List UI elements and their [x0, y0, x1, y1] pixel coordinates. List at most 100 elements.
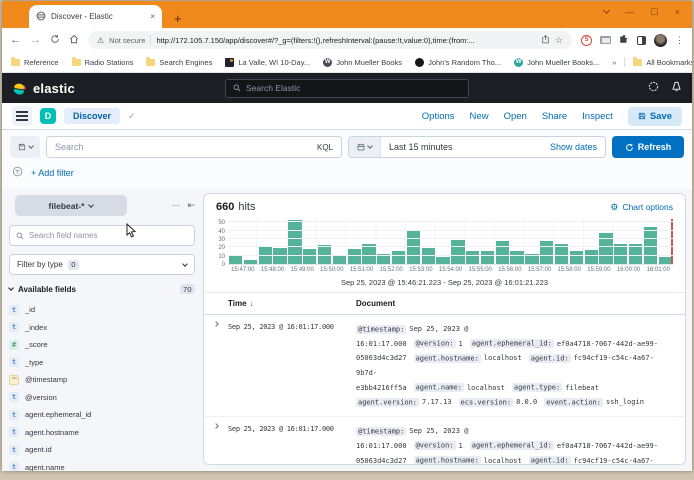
field-search-input[interactable]: Search field names — [9, 225, 195, 246]
field-item[interactable]: tagent.id — [9, 441, 195, 459]
show-dates-link[interactable]: Show dates — [550, 142, 605, 152]
adblock-extension-icon[interactable]: S — [581, 35, 592, 46]
toolbar-link-options[interactable]: Options — [422, 111, 455, 122]
bookmark-item[interactable]: WJohn Mueller Books — [323, 58, 402, 67]
breadcrumb[interactable]: Discover — [64, 108, 120, 124]
home-button[interactable] — [69, 34, 79, 47]
histogram-bar[interactable] — [303, 249, 316, 264]
bookmark-item[interactable]: Reference — [11, 58, 59, 67]
field-item[interactable]: tagent.hostname — [9, 424, 195, 442]
available-fields-header[interactable]: Available fields 70 — [9, 284, 195, 294]
add-filter-button[interactable]: + Add filter — [31, 168, 74, 178]
window-maximize-button[interactable]: ▢ — [650, 6, 659, 17]
date-picker[interactable]: Last 15 minutes Show dates — [348, 136, 606, 158]
filter-by-type-select[interactable]: Filter by type 0 — [9, 254, 195, 275]
bookmark-star-icon[interactable]: ☆ — [555, 35, 563, 46]
histogram-bar[interactable] — [451, 240, 464, 264]
filter-menu-icon[interactable] — [12, 164, 23, 182]
histogram-bar[interactable] — [659, 257, 672, 264]
toolbar-link-open[interactable]: Open — [504, 111, 527, 122]
address-bar[interactable]: ⚠ Not secure http://172.105.7.150/app/di… — [88, 31, 572, 49]
table-row[interactable]: Sep 25, 2023 @ 16:01:17.000@timestamp:Se… — [204, 417, 685, 464]
window-chevron-icon[interactable] — [603, 7, 610, 14]
document-field-name[interactable]: agent.ephemeral_id: — [470, 441, 554, 450]
expand-row-chevron-icon[interactable] — [204, 424, 228, 464]
histogram-bar[interactable] — [229, 255, 242, 264]
toolbar-link-share[interactable]: Share — [542, 111, 567, 122]
field-item[interactable]: #_score — [9, 336, 195, 354]
histogram-bar[interactable] — [540, 241, 553, 264]
date-picker-calendar-button[interactable] — [349, 137, 381, 157]
bookmark-item[interactable]: Search Engines — [146, 58, 212, 67]
field-item[interactable]: t_id — [9, 301, 195, 319]
field-item[interactable]: t@version — [9, 389, 195, 407]
extensions-puzzle-icon[interactable] — [619, 31, 629, 49]
space-badge[interactable]: D — [40, 108, 56, 124]
all-bookmarks-button[interactable]: All Bookmarks — [633, 58, 692, 67]
collapse-sidebar-icon[interactable]: ⇤ — [187, 200, 195, 211]
alerts-icon[interactable] — [671, 79, 682, 97]
side-panel-icon[interactable] — [637, 36, 646, 45]
global-search-input[interactable]: Search Elastic — [225, 79, 469, 98]
refresh-button[interactable]: Refresh — [612, 136, 684, 158]
document-field-name[interactable]: agent.hostname: — [414, 456, 481, 464]
histogram-bar[interactable] — [570, 251, 583, 264]
time-range-value[interactable]: Last 15 minutes — [381, 142, 461, 152]
table-row[interactable]: Sep 25, 2023 @ 16:01:17.000@timestamp:Se… — [204, 315, 685, 417]
index-pattern-dropdown[interactable]: filebeat-* — [15, 195, 127, 216]
field-item[interactable]: tagent.ephemeral_id — [9, 406, 195, 424]
elastic-logo[interactable]: elastic — [12, 81, 75, 96]
field-item[interactable]: @timestamp — [9, 371, 195, 389]
browser-tab[interactable]: Discover - Elastic × — [29, 5, 162, 28]
histogram-bar[interactable] — [244, 260, 257, 264]
kql-label[interactable]: KQL — [317, 143, 333, 152]
document-field-name[interactable]: agent.name: — [414, 383, 464, 392]
document-field-name[interactable]: ecs.version: — [459, 398, 514, 407]
toolbar-link-inspect[interactable]: Inspect — [582, 111, 613, 122]
bookmark-item[interactable]: Radio Stations — [72, 58, 134, 67]
document-field-name[interactable]: agent.hostname: — [414, 354, 481, 363]
new-tab-button[interactable]: + — [174, 12, 182, 25]
histogram-bar[interactable] — [466, 251, 479, 264]
bookmark-item[interactable]: WJohn Mueller Books... — [514, 58, 599, 67]
histogram-bar[interactable] — [436, 257, 449, 264]
document-field-name[interactable]: event.action: — [544, 398, 603, 407]
document-field-name[interactable]: agent.version: — [356, 398, 419, 407]
reload-button[interactable] — [50, 34, 60, 47]
share-icon[interactable] — [541, 35, 550, 46]
histogram-bar[interactable] — [273, 248, 286, 264]
browser-menu-icon[interactable]: ⋮ — [675, 35, 684, 46]
time-column-header[interactable]: Time ↓ — [228, 299, 356, 308]
histogram-bar[interactable] — [585, 250, 598, 264]
index-options-ellipsis-icon[interactable]: ⋯ — [171, 200, 180, 211]
chart-options-button[interactable]: ⚙ Chart options — [610, 202, 673, 213]
document-field-name[interactable]: @version: — [414, 441, 456, 450]
tab-close-icon[interactable]: × — [150, 12, 155, 21]
expand-row-chevron-icon[interactable] — [204, 322, 228, 410]
field-item[interactable]: tagent.name — [9, 459, 195, 472]
document-field-name[interactable]: agent.type: — [512, 383, 562, 392]
plot-area[interactable] — [228, 219, 673, 265]
window-close-button[interactable]: × — [675, 7, 680, 17]
sort-descending-icon[interactable]: ↓ — [250, 299, 254, 308]
document-field-name[interactable]: @timestamp: — [356, 427, 406, 436]
field-item[interactable]: t_type — [9, 354, 195, 372]
histogram-bar[interactable] — [333, 255, 346, 264]
document-field-name[interactable]: agent.id: — [529, 456, 571, 464]
field-item[interactable]: t_index — [9, 319, 195, 337]
histogram-bar[interactable] — [407, 231, 420, 264]
document-field-name[interactable]: @timestamp: — [356, 325, 406, 334]
histogram-bar[interactable] — [348, 249, 361, 264]
document-field-name[interactable]: agent.id: — [529, 354, 571, 363]
window-minimize-button[interactable]: — — [625, 7, 634, 17]
save-button[interactable]: Save — [628, 107, 682, 126]
document-field-name[interactable]: @version: — [414, 339, 456, 348]
bookmark-item[interactable]: La Valle, WI 10-Day... — [225, 58, 310, 67]
histogram-bar[interactable] — [288, 220, 301, 264]
histogram-chart[interactable]: 01020304050 15:47:0015:48:0015:49:0015:5… — [212, 219, 673, 273]
screenshot-extension-icon[interactable] — [600, 36, 611, 44]
document-field-name[interactable]: agent.ephemeral_id: — [470, 339, 554, 348]
histogram-bar[interactable] — [392, 251, 405, 264]
toolbar-link-new[interactable]: New — [470, 111, 489, 122]
back-button[interactable]: ← — [10, 35, 21, 46]
